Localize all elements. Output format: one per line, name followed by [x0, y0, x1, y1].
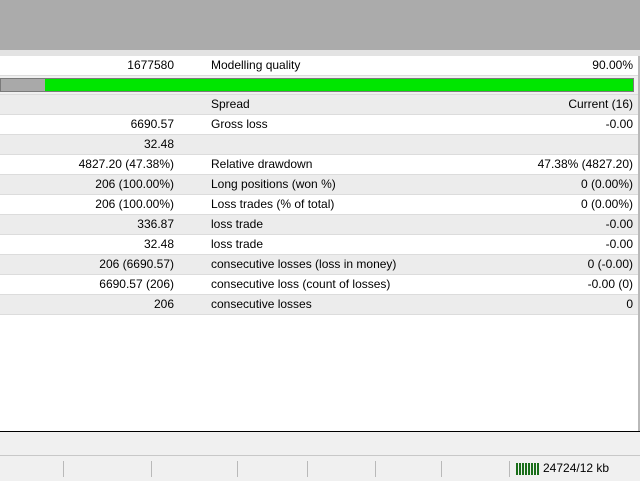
- tab-panel: [0, 431, 640, 456]
- table-row: 6690.57 (206) consecutive loss (count of…: [0, 275, 638, 295]
- table-row: 336.87 loss trade -0.00: [0, 215, 638, 235]
- cell-value: 336.87: [137, 217, 174, 231]
- cell-value-2: 0 (0.00%): [580, 197, 633, 211]
- cell-label: Relative drawdown: [211, 157, 313, 171]
- table-row: 206 (6690.57) consecutive losses (loss i…: [0, 255, 638, 275]
- cell-value-2: 0 (0.00%): [580, 177, 633, 191]
- table-row-header: 1677580 Modelling quality 90.00%: [0, 56, 638, 76]
- status-separator: [509, 461, 510, 477]
- cell-label: consecutive losses (loss in money): [211, 257, 397, 271]
- cell-value-2: 90.00%: [592, 58, 633, 72]
- cell-label: Modelling quality: [211, 58, 301, 72]
- status-separator: [441, 461, 442, 477]
- table-row: 206 consecutive losses 0: [0, 295, 638, 315]
- title-bar: [0, 0, 640, 50]
- cell-value: 6690.57 (206): [99, 277, 174, 291]
- table-row: 4827.20 (47.38%) Relative drawdown 47.38…: [0, 155, 638, 175]
- cell-value-2: 0: [626, 297, 633, 311]
- progress-row: [0, 76, 638, 95]
- cell-value: 6690.57: [130, 117, 174, 131]
- cell-value-2: 0 (-0.00): [587, 257, 633, 271]
- cell-value: 206 (100.00%): [95, 197, 174, 211]
- progress-fill: [45, 79, 633, 91]
- cell-label: consecutive losses: [211, 297, 312, 311]
- connection-bars-icon[interactable]: [516, 463, 540, 475]
- cell-value: 32.48: [143, 137, 174, 151]
- status-separator: [375, 461, 376, 477]
- table-row: 6690.57 Gross loss -0.00: [0, 115, 638, 135]
- cell-value-2: -0.00: [605, 117, 633, 131]
- status-separator: [63, 461, 64, 477]
- cell-value-2: -0.00: [605, 237, 633, 251]
- status-bar: 24724/12 kb: [0, 455, 640, 481]
- status-separator: [307, 461, 308, 477]
- cell-value: 206 (100.00%): [95, 177, 174, 191]
- status-separator: [237, 461, 238, 477]
- table-row: 32.48 loss trade -0.00: [0, 235, 638, 255]
- cell-label: consecutive loss (count of losses): [211, 277, 391, 291]
- cell-label: loss trade: [211, 237, 264, 251]
- progress-track: [1, 79, 45, 91]
- table-row: Spread Current (16): [0, 95, 638, 115]
- cell-label: loss trade: [211, 217, 264, 231]
- traffic-status: 24724/12 kb: [543, 461, 610, 475]
- cell-value-2: Current (16): [568, 97, 633, 111]
- cell-value: 206: [153, 297, 174, 311]
- cell-label: Long positions (won %): [211, 177, 336, 191]
- cell-value-2: -0.00 (0): [587, 277, 633, 291]
- table-row: 206 (100.00%) Long positions (won %) 0 (…: [0, 175, 638, 195]
- cell-value-2: 47.38% (4827.20): [537, 157, 633, 171]
- table-row: 32.48: [0, 135, 638, 155]
- cell-value: 32.48: [143, 237, 174, 251]
- progress-bar: [0, 78, 634, 92]
- cell-label: Loss trades (% of total): [211, 197, 335, 211]
- cell-value-2: -0.00: [605, 217, 633, 231]
- cell-value: 4827.20 (47.38%): [78, 157, 174, 171]
- table-row: 206 (100.00%) Loss trades (% of total) 0…: [0, 195, 638, 215]
- cell-label: Gross loss: [211, 117, 268, 131]
- cell-label: Spread: [211, 97, 250, 111]
- cell-value: 1677580: [127, 58, 174, 72]
- cell-value: 206 (6690.57): [99, 257, 174, 271]
- status-separator: [151, 461, 152, 477]
